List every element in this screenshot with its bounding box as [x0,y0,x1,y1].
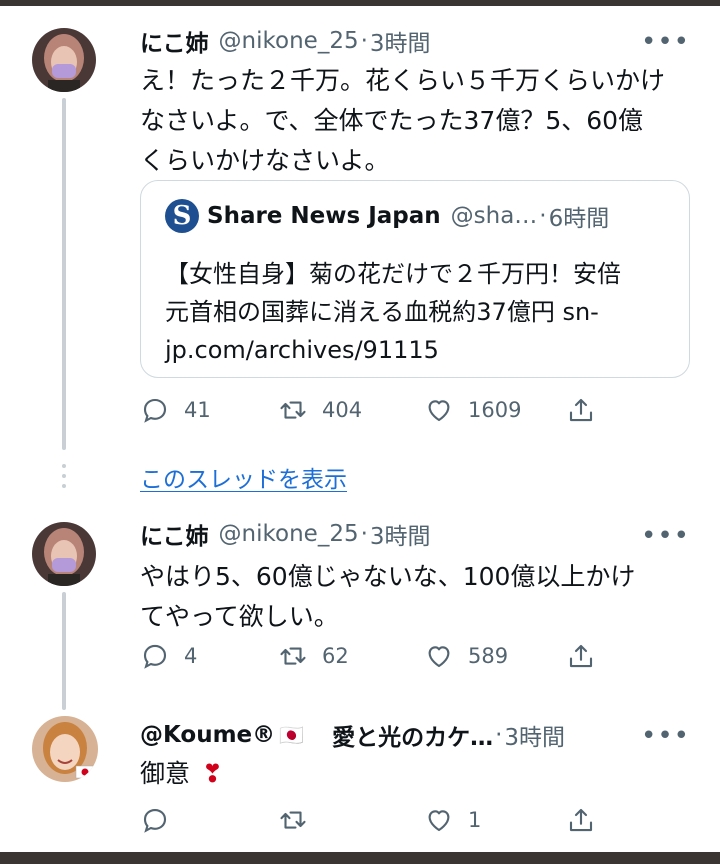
reply-count: 4 [184,644,198,668]
quoted-text-line: 元首相の国葬に消える血税約37億円 sn- [165,298,599,326]
share-button[interactable] [566,638,610,674]
tweet-header: @Koume® 🇯🇵 愛と光のカケ… · 3時間 [140,718,565,752]
share-icon [569,644,593,668]
quoted-text-line: 【女性自身】菊の花だけで２千万円！安倍 [165,260,621,288]
thread-line [62,592,66,710]
quoted-tweet[interactable]: S Share News Japan @sha… · 6時間 【女性自身】菊の花… [140,180,690,378]
reply-icon [143,644,167,669]
retweet-icon [280,647,306,665]
quoted-timestamp: 6時間 [548,206,610,232]
like-icon [428,810,450,832]
reply-count: 41 [184,398,211,422]
tweet-actions: 41 404 1609 [140,392,600,428]
tweet-text-line: くらいかけなさいよ。 [140,146,390,175]
share-icon [569,398,593,422]
thread-line [62,98,66,450]
timestamp[interactable]: 3時間 [370,517,431,551]
share-button[interactable] [566,802,610,838]
separator: · [360,28,368,54]
retweet-icon [280,811,306,829]
retweet-button[interactable] [278,802,322,838]
share-icon [569,808,593,832]
tweet-header: にこ姉 @nikone_25 · 3時間 [140,24,431,58]
retweet-count: 404 [322,398,363,422]
like-button[interactable]: 1609 [424,392,521,428]
reply-button[interactable] [140,802,184,838]
display-name[interactable]: @Koume® [140,722,275,748]
separator: · [360,521,368,547]
tweet-header: にこ姉 @nikone_25 · 3時間 [140,517,431,551]
avatar[interactable] [32,716,98,782]
display-name[interactable]: にこ姉 [140,24,209,58]
like-icon [428,400,450,422]
username[interactable]: @nikone_25 [219,521,359,547]
retweet-count: 62 [322,644,349,668]
tweet-text-line: なさいよ。で、全体でたった37億？5、60億 [140,106,644,135]
quoted-display-name: Share News Japan [207,203,441,229]
like-count: 1609 [468,398,522,422]
retweet-icon [280,401,306,419]
tweet-text: やはり5、60億じゃないな、100億以上かけ てやって欲しい。 [140,557,690,637]
share-news-logo: S [165,199,199,233]
like-button[interactable]: 1 [424,802,481,838]
like-icon [428,646,450,668]
like-button[interactable]: 589 [424,638,508,674]
tweet-text: え！たった２千万。花くらい５千万くらいかけ なさいよ。で、全体でたった37億？5… [140,61,690,181]
like-count: 1 [468,808,482,832]
quoted-tweet-text: 【女性自身】菊の花だけで２千万円！安倍 元首相の国葬に消える血税約37億円 sn… [165,255,670,369]
tweet-text: 御意 ❣ [140,754,690,794]
timestamp[interactable]: 3時間 [504,718,565,752]
more-icon[interactable]: ••• [641,29,690,55]
tweet-text-line: 御意 [140,759,191,788]
separator: · [495,722,503,748]
reply-button[interactable]: 4 [140,638,197,674]
reply-icon [143,398,167,423]
separator: · [539,203,547,229]
show-thread-link[interactable]: このスレッドを表示 [140,460,347,494]
reply-icon [143,808,167,833]
reply-button[interactable]: 41 [140,392,211,428]
avatar[interactable] [32,522,96,586]
avatar[interactable] [32,28,96,92]
more-icon[interactable]: ••• [641,523,690,549]
japan-flag-icon: 🇯🇵 [279,723,305,747]
like-count: 589 [468,644,509,668]
display-name-suffix[interactable]: 愛と光のカケ… [332,718,493,752]
quoted-text-line: jp.com/archives/91115 [165,336,439,364]
retweet-button[interactable]: 62 [278,638,349,674]
tweet-text-line: やはり5、60億じゃないな、100億以上かけ [140,562,636,591]
retweet-button[interactable]: 404 [278,392,362,428]
more-icon[interactable]: ••• [641,723,690,749]
share-button[interactable] [566,392,610,428]
quoted-username: @sha… [450,203,538,229]
display-name[interactable]: にこ姉 [140,517,209,551]
username[interactable]: @nikone_25 [219,28,359,54]
tweet-text-line: てやって欲しい。 [140,602,339,631]
tweet-actions: 1 [140,802,600,838]
timeline: にこ姉 @nikone_25 · 3時間 ••• え！たった２千万。花くらい５千… [0,6,720,852]
timestamp[interactable]: 3時間 [370,24,431,58]
tweet-actions: 4 62 589 [140,638,600,674]
heart-exclamation-icon: ❣ [201,759,223,788]
tweet-text-line: え！たった２千万。花くらい５千万くらいかけ [140,66,666,95]
quoted-tweet-header: S Share News Japan @sha… · 6時間 [165,199,609,233]
